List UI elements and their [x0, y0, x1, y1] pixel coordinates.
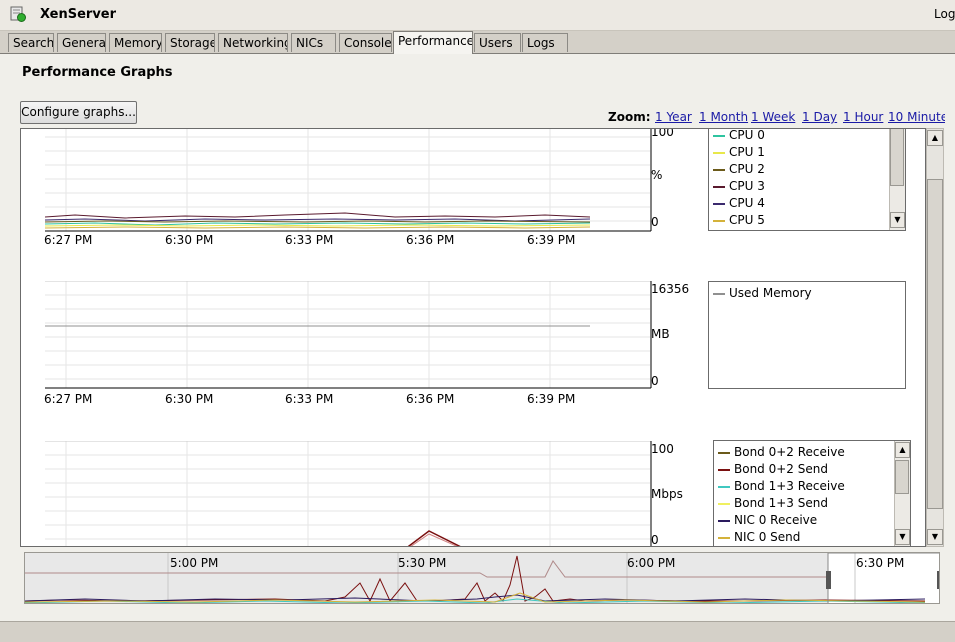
legend-swatch	[718, 486, 730, 488]
cpu-x-tick: 6:39 PM	[527, 233, 576, 247]
memory-x-tick: 6:33 PM	[285, 392, 334, 406]
overview-tick: 5:00 PM	[170, 556, 219, 570]
cpu-y-max: 100	[651, 128, 674, 139]
tab-networking[interactable]: Networking	[218, 33, 288, 52]
overview-tick: 6:30 PM	[856, 556, 905, 570]
scroll-up-icon[interactable]: ▲	[927, 130, 943, 146]
scroll-thumb[interactable]	[895, 460, 909, 494]
legend-swatch	[718, 503, 730, 505]
network-legend-scrollbar[interactable]: ▲ ▼	[894, 441, 910, 546]
network-graph[interactable]	[45, 441, 652, 547]
legend-label: Bond 0+2 Send	[734, 462, 828, 476]
memory-y-max: 16356	[651, 282, 690, 296]
tab-nics[interactable]: NICs	[291, 33, 336, 52]
zoom-1-week[interactable]: 1 Week	[751, 110, 795, 124]
zoom-1-year[interactable]: 1 Year	[655, 110, 692, 124]
tab-console[interactable]: Console	[339, 33, 392, 52]
logout-link[interactable]: Log	[934, 7, 955, 21]
memory-x-tick: 6:27 PM	[44, 392, 93, 406]
legend-swatch	[713, 220, 725, 222]
cpu-x-tick: 6:33 PM	[285, 233, 334, 247]
legend-label: Bond 0+2 Receive	[734, 445, 845, 459]
overview-tick: 6:00 PM	[627, 556, 676, 570]
legend-swatch	[718, 452, 730, 454]
app-title: XenServer	[40, 7, 117, 22]
network-y-unit: Mbps	[651, 487, 683, 501]
legend-label: CPU 2	[729, 162, 765, 176]
performance-panel: Performance Graphs Configure graphs... Z…	[0, 53, 955, 622]
title-bar: XenServer Log	[0, 0, 955, 31]
tab-performance[interactable]: Performance	[393, 31, 473, 54]
cpu-graph[interactable]	[45, 129, 652, 233]
zoom-1-month[interactable]: 1 Month	[699, 110, 748, 124]
legend-label: Bond 1+3 Receive	[734, 479, 845, 493]
legend-swatch	[718, 469, 730, 471]
memory-graph[interactable]	[45, 281, 652, 389]
scroll-up-icon[interactable]: ▲	[895, 442, 910, 458]
cpu-x-tick: 6:36 PM	[406, 233, 455, 247]
tab-general[interactable]: General	[57, 33, 106, 52]
scroll-down-icon[interactable]: ▼	[927, 529, 943, 545]
overview-timeline[interactable]: 5:00 PM 5:30 PM 6:00 PM 6:30 PM	[24, 552, 940, 604]
legend-label: CPU 0	[729, 128, 765, 142]
tab-strip: Search General Memory Storage Networking…	[0, 31, 955, 54]
legend-label: CPU 4	[729, 196, 765, 210]
zoom-10-minutes[interactable]: 10 Minutes	[888, 110, 945, 124]
legend-label: NIC 0 Receive	[734, 513, 818, 527]
cpu-x-tick: 6:30 PM	[165, 233, 214, 247]
network-legend[interactable]: Bond 0+2 Receive Bond 0+2 Send Bond 1+3 …	[713, 440, 911, 546]
legend-swatch	[713, 293, 725, 295]
network-y-max: 100	[651, 442, 674, 456]
tab-storage[interactable]: Storage	[165, 33, 215, 52]
status-bar	[0, 621, 955, 642]
scroll-thumb[interactable]	[890, 129, 904, 186]
graphs-scrollbar[interactable]: ▲ ▼	[926, 128, 944, 547]
tab-memory[interactable]: Memory	[109, 33, 162, 52]
scroll-down-icon[interactable]: ▼	[895, 529, 910, 545]
memory-x-tick: 6:30 PM	[165, 392, 214, 406]
cpu-y-unit: %	[651, 168, 663, 182]
memory-x-tick: 6:39 PM	[527, 392, 576, 406]
cpu-y-min: 0	[651, 215, 659, 229]
memory-y-unit: MB	[651, 327, 670, 341]
tab-users[interactable]: Users	[474, 33, 521, 52]
zoom-label: Zoom:	[608, 110, 651, 124]
xenserver-host-icon	[10, 6, 26, 22]
graphs-container[interactable]: 100 % 0 6:27 PM 6:30 PM 6:33 PM 6:36 PM …	[20, 128, 926, 547]
memory-x-tick: 6:36 PM	[406, 392, 455, 406]
legend-swatch	[713, 152, 725, 154]
overview-chart[interactable]	[25, 553, 940, 604]
scroll-thumb[interactable]	[927, 179, 943, 509]
zoom-1-day[interactable]: 1 Day	[802, 110, 837, 124]
legend-label: Used Memory	[729, 286, 812, 300]
tab-logs[interactable]: Logs	[522, 33, 568, 52]
network-y-min: 0	[651, 533, 659, 547]
legend-swatch	[718, 537, 730, 539]
legend-swatch	[713, 203, 725, 205]
scroll-down-icon[interactable]: ▼	[890, 212, 905, 228]
memory-y-min: 0	[651, 374, 659, 388]
cpu-x-tick: 6:27 PM	[44, 233, 93, 247]
legend-swatch	[713, 135, 725, 137]
configure-graphs-button[interactable]: Configure graphs...	[20, 101, 137, 124]
legend-swatch	[713, 169, 725, 171]
legend-label: CPU 1	[729, 145, 765, 159]
tab-search[interactable]: Search	[8, 33, 54, 52]
legend-swatch	[713, 186, 725, 188]
memory-legend[interactable]: Used Memory	[708, 281, 906, 389]
page-title: Performance Graphs	[22, 65, 173, 80]
legend-label: Bond 1+3 Send	[734, 496, 828, 510]
legend-label: CPU 5	[729, 213, 765, 227]
legend-label: CPU 3	[729, 179, 765, 193]
legend-label: NIC 0 Send	[734, 530, 801, 544]
overview-tick: 5:30 PM	[398, 556, 447, 570]
cpu-legend-scrollbar[interactable]: ▼	[889, 129, 905, 230]
cpu-legend[interactable]: CPU 0 CPU 1 CPU 2 CPU 3 CPU 4 CPU 5 ▼	[708, 128, 906, 231]
legend-swatch	[718, 520, 730, 522]
zoom-1-hour[interactable]: 1 Hour	[843, 110, 883, 124]
